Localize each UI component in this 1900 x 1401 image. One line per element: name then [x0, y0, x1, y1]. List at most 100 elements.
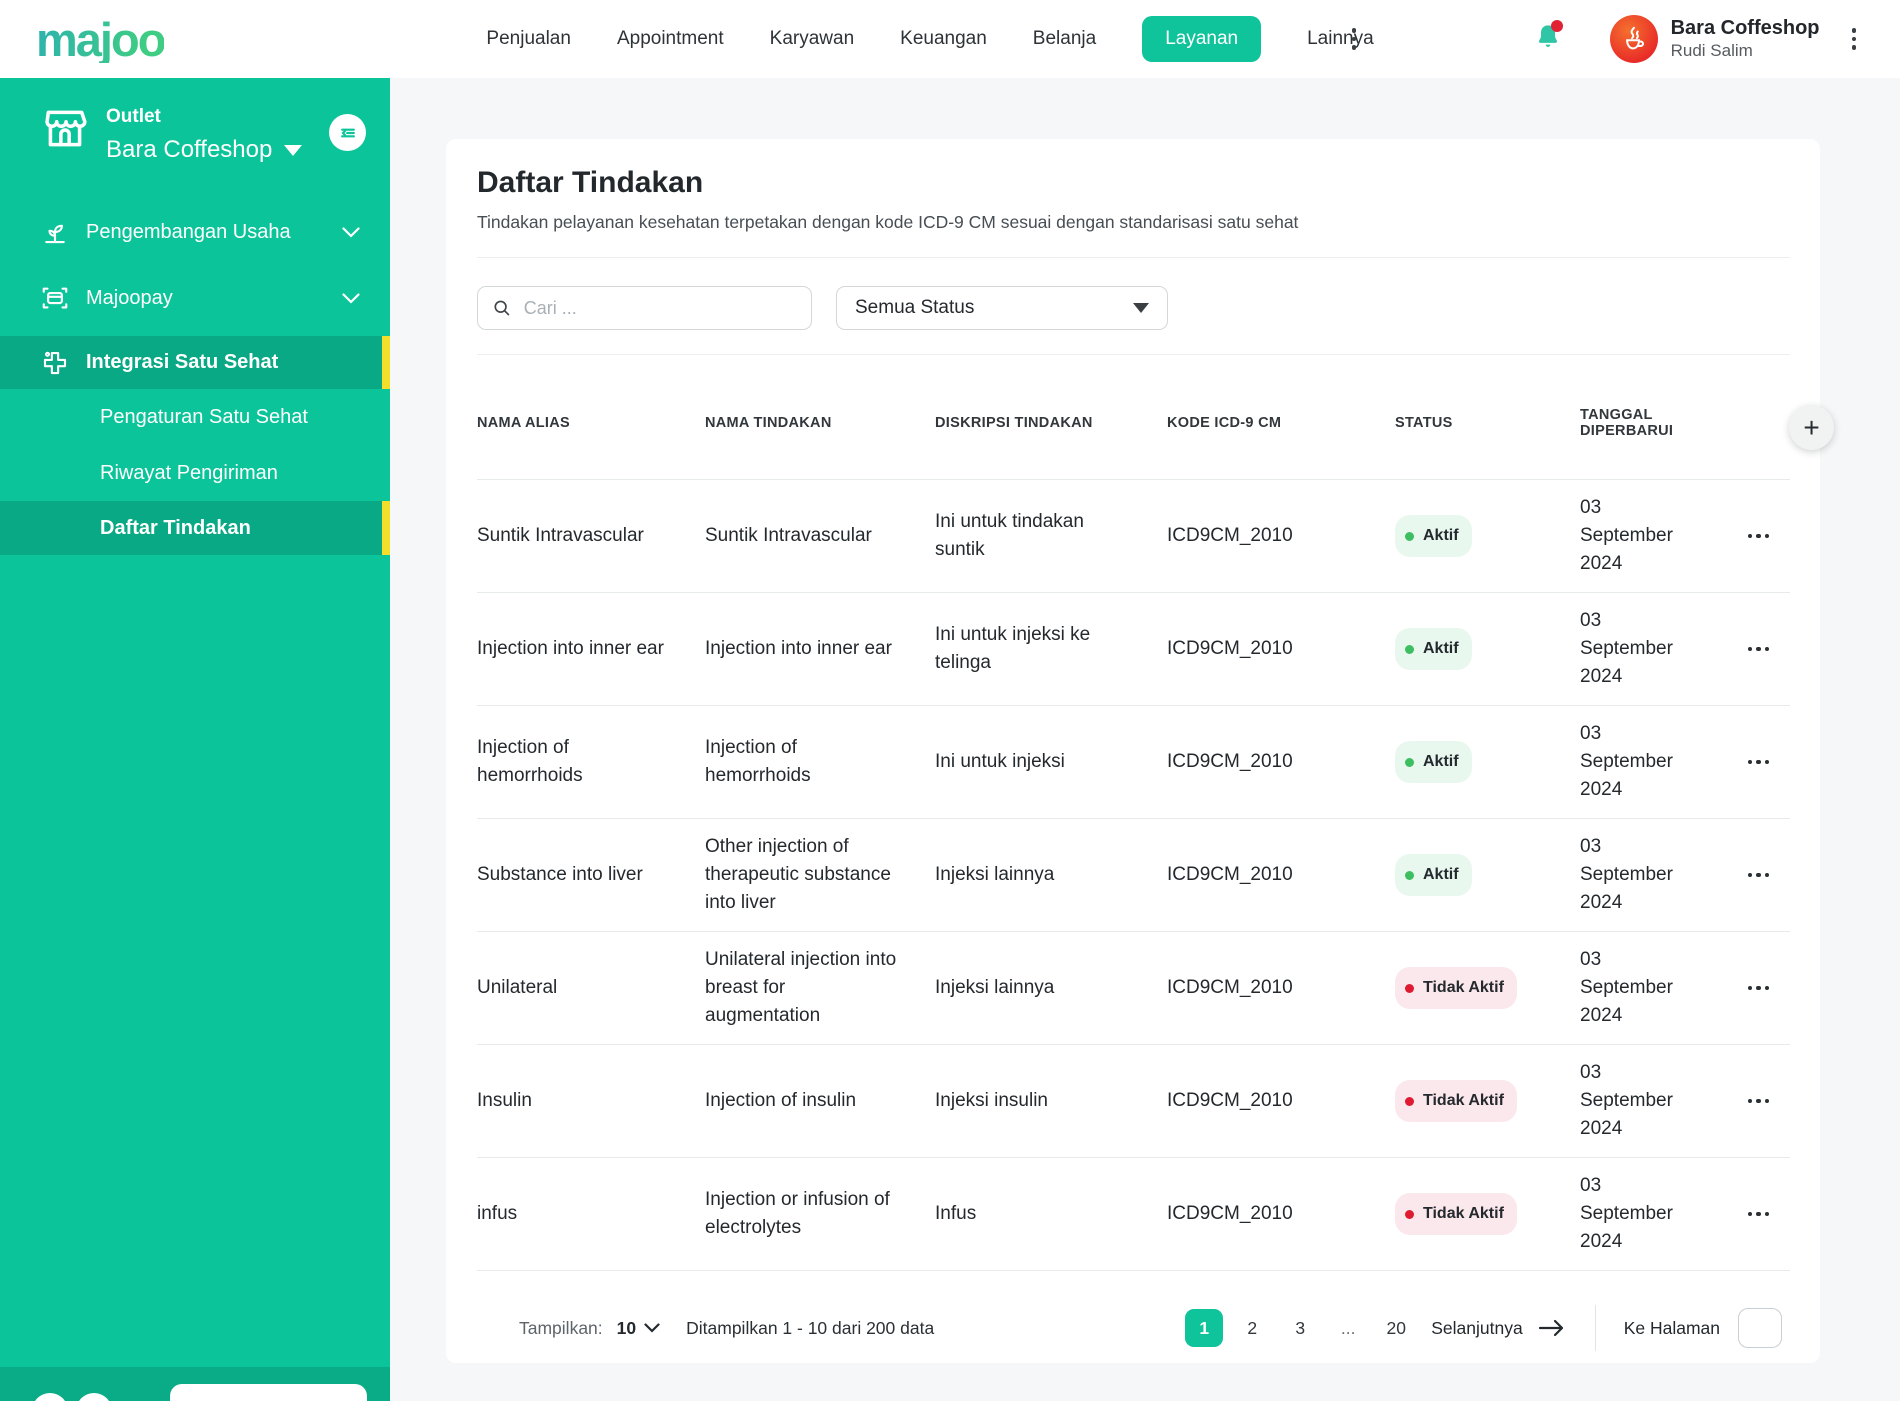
main-content-card: Daftar Tindakan Tindakan pelayanan keseh…: [446, 139, 1834, 1363]
status-dot-icon: [1405, 983, 1414, 993]
cell-kode-icd: ICD9CM_2010: [1167, 1203, 1293, 1224]
row-actions-menu-icon[interactable]: [1727, 867, 1790, 884]
table-column-header: DISKRIPSI TINDAKAN: [935, 415, 1093, 431]
cell-status: Tidak Aktif: [1395, 967, 1580, 1009]
row-actions-menu-icon[interactable]: [1727, 528, 1790, 545]
cell-nama-alias: Insulin: [477, 1090, 532, 1111]
cell-status: Tidak Aktif: [1395, 1193, 1580, 1235]
cell-kode-icd: ICD9CM_2010: [1167, 977, 1293, 998]
row-actions-menu-icon[interactable]: [1727, 1093, 1790, 1110]
cell-diskripsi: Injeksi lainnya: [935, 864, 1055, 885]
topnav-item[interactable]: Lainnya: [1307, 28, 1374, 50]
goto-page-label: Ke Halaman: [1623, 1317, 1720, 1338]
cell-status: Aktif: [1395, 741, 1580, 783]
sidebar-subitem-riwayat-pengiriman[interactable]: Riwayat Pengiriman: [0, 445, 390, 501]
show-label: Tampilkan:: [519, 1317, 603, 1338]
search-input[interactable]: [523, 297, 797, 319]
topnav-item[interactable]: Penjualan: [486, 28, 571, 50]
add-column-button[interactable]: +: [1789, 405, 1834, 450]
page-size-chevron-icon[interactable]: [644, 1323, 660, 1333]
topnav-items: Penjualan Appointment Karyawan Keuangan …: [486, 16, 1374, 62]
sidebar-item-label: Integrasi Satu Sehat: [86, 351, 279, 373]
page-number-button[interactable]: 3: [1281, 1309, 1319, 1347]
row-actions-menu-icon[interactable]: [1727, 754, 1790, 771]
page-subtitle: Tindakan pelayanan kesehatan terpetakan …: [477, 212, 1299, 232]
status-filter-dropdown[interactable]: Semua Status: [836, 286, 1168, 330]
search-icon: [494, 300, 510, 316]
cell-diskripsi: Ini untuk injeksi ke telinga: [935, 624, 1091, 673]
topnav-item[interactable]: Layanan: [1142, 16, 1262, 62]
row-actions-menu-icon[interactable]: [1727, 980, 1790, 997]
cell-nama-tindakan: Unilateral injection into breast for aug…: [705, 949, 897, 1026]
user-menu-kebab-icon[interactable]: [1848, 24, 1861, 54]
top-navbar: majoo Penjualan Appointment Karyawan Keu…: [0, 0, 1900, 78]
page-number-button[interactable]: 1: [1185, 1309, 1224, 1347]
topnav-item[interactable]: Appointment: [617, 28, 724, 50]
sidebar-item-integrasi-satu-sehat[interactable]: Integrasi Satu Sehat: [0, 336, 390, 389]
topnav-item[interactable]: Belanja: [1033, 28, 1096, 50]
sidebar-footer: [0, 1367, 390, 1401]
cell-nama-tindakan: Injection of hemorrhoids: [705, 737, 811, 786]
sidebar-subitem-daftar-tindakan[interactable]: Daftar Tindakan: [0, 501, 390, 555]
next-arrow-icon[interactable]: [1537, 1316, 1567, 1340]
search-box: [477, 286, 812, 330]
page-number-button[interactable]: 20: [1377, 1309, 1415, 1347]
cell-nama-tindakan: Injection of insulin: [705, 1090, 857, 1111]
sidebar-item-majoopay[interactable]: Majoopay: [0, 270, 390, 326]
status-dot-icon: [1405, 644, 1414, 654]
status-badge: Tidak Aktif: [1395, 1193, 1517, 1235]
sidebar-collapse-button[interactable]: [329, 114, 366, 151]
row-actions-menu-icon[interactable]: [1727, 1206, 1790, 1223]
next-page-button[interactable]: Selanjutnya: [1431, 1318, 1522, 1339]
table-controls: Semua Status: [477, 286, 1790, 330]
page-size-value[interactable]: 10: [617, 1318, 636, 1339]
sidebar-menu: Pengembangan Usaha Majoopay Integrasi Sa…: [0, 204, 390, 555]
pagination-bar: Tampilkan: 10 Ditampilkan 1 - 10 dari 20…: [477, 1271, 1790, 1351]
cell-kode-icd: ICD9CM_2010: [1167, 638, 1293, 659]
pagination-info: Ditampilkan 1 - 10 dari 200 data: [686, 1317, 935, 1338]
sidebar-subitem-pengaturan-satu-sehat[interactable]: Pengaturan Satu Sehat: [0, 389, 390, 445]
table-column-header: STATUS: [1395, 415, 1453, 431]
user-subtitle: Rudi Salim: [1670, 40, 1753, 60]
table-column-header: TANGGAL DIPERBARUI: [1580, 407, 1674, 439]
page-number-button[interactable]: 2: [1233, 1309, 1271, 1347]
notification-bell-icon[interactable]: [1534, 19, 1563, 56]
table-row: Injection of hemorrhoids Injection of he…: [477, 706, 1790, 819]
avatar[interactable]: [1609, 15, 1658, 63]
sidebar-item-label: Pengembangan Usaha: [86, 220, 291, 243]
row-actions-menu-icon[interactable]: [1727, 641, 1790, 658]
topnav-item[interactable]: Keuangan: [900, 28, 987, 50]
cell-nama-alias: Injection of hemorrhoids: [477, 737, 583, 786]
table-row: Injection into inner ear Injection into …: [477, 593, 1790, 706]
cell-status: Tidak Aktif: [1395, 1080, 1580, 1122]
cell-nama-alias: Injection into inner ear: [477, 638, 664, 659]
sidebar-item-pengembangan-usaha[interactable]: Pengembangan Usaha: [0, 204, 390, 260]
collapse-menu-icon: [340, 128, 355, 137]
cell-tanggal: 03 September 2024: [1580, 949, 1673, 1026]
sidebar-footer-icon-1[interactable]: [32, 1393, 68, 1401]
table-row: Substance into liver Other injection of …: [477, 819, 1790, 932]
status-badge: Aktif: [1395, 628, 1472, 670]
cell-tanggal: 03 September 2024: [1580, 836, 1673, 913]
cell-nama-alias: Unilateral: [477, 977, 558, 998]
outlet-selector[interactable]: Bara Coffeshop: [106, 136, 303, 164]
cell-kode-icd: ICD9CM_2010: [1167, 525, 1293, 546]
user-info[interactable]: Bara Coffeshop Rudi Salim: [1671, 16, 1820, 62]
cell-tanggal: 03 September 2024: [1580, 1175, 1673, 1252]
sidebar-item-label: Majoopay: [86, 286, 173, 309]
more-nav-kebab-icon[interactable]: [1348, 24, 1361, 54]
status-dot-icon: [1405, 870, 1414, 880]
cell-nama-alias: infus: [477, 1203, 518, 1224]
topnav-item[interactable]: Karyawan: [770, 28, 855, 50]
outlet-caret-icon: [284, 144, 303, 156]
status-dot-icon: [1405, 1209, 1414, 1219]
cell-diskripsi: Infus: [935, 1203, 977, 1224]
status-badge: Aktif: [1395, 741, 1472, 783]
outlet-label: Outlet: [106, 106, 161, 127]
outlet-block: Outlet Bara Coffeshop: [0, 78, 390, 164]
sidebar-footer-icon-2[interactable]: [76, 1393, 112, 1401]
sidebar-footer-button[interactable]: [170, 1384, 367, 1401]
goto-page-input[interactable]: [1738, 1308, 1782, 1348]
cell-status: Aktif: [1395, 854, 1580, 896]
medical-cross-icon: [43, 351, 67, 374]
